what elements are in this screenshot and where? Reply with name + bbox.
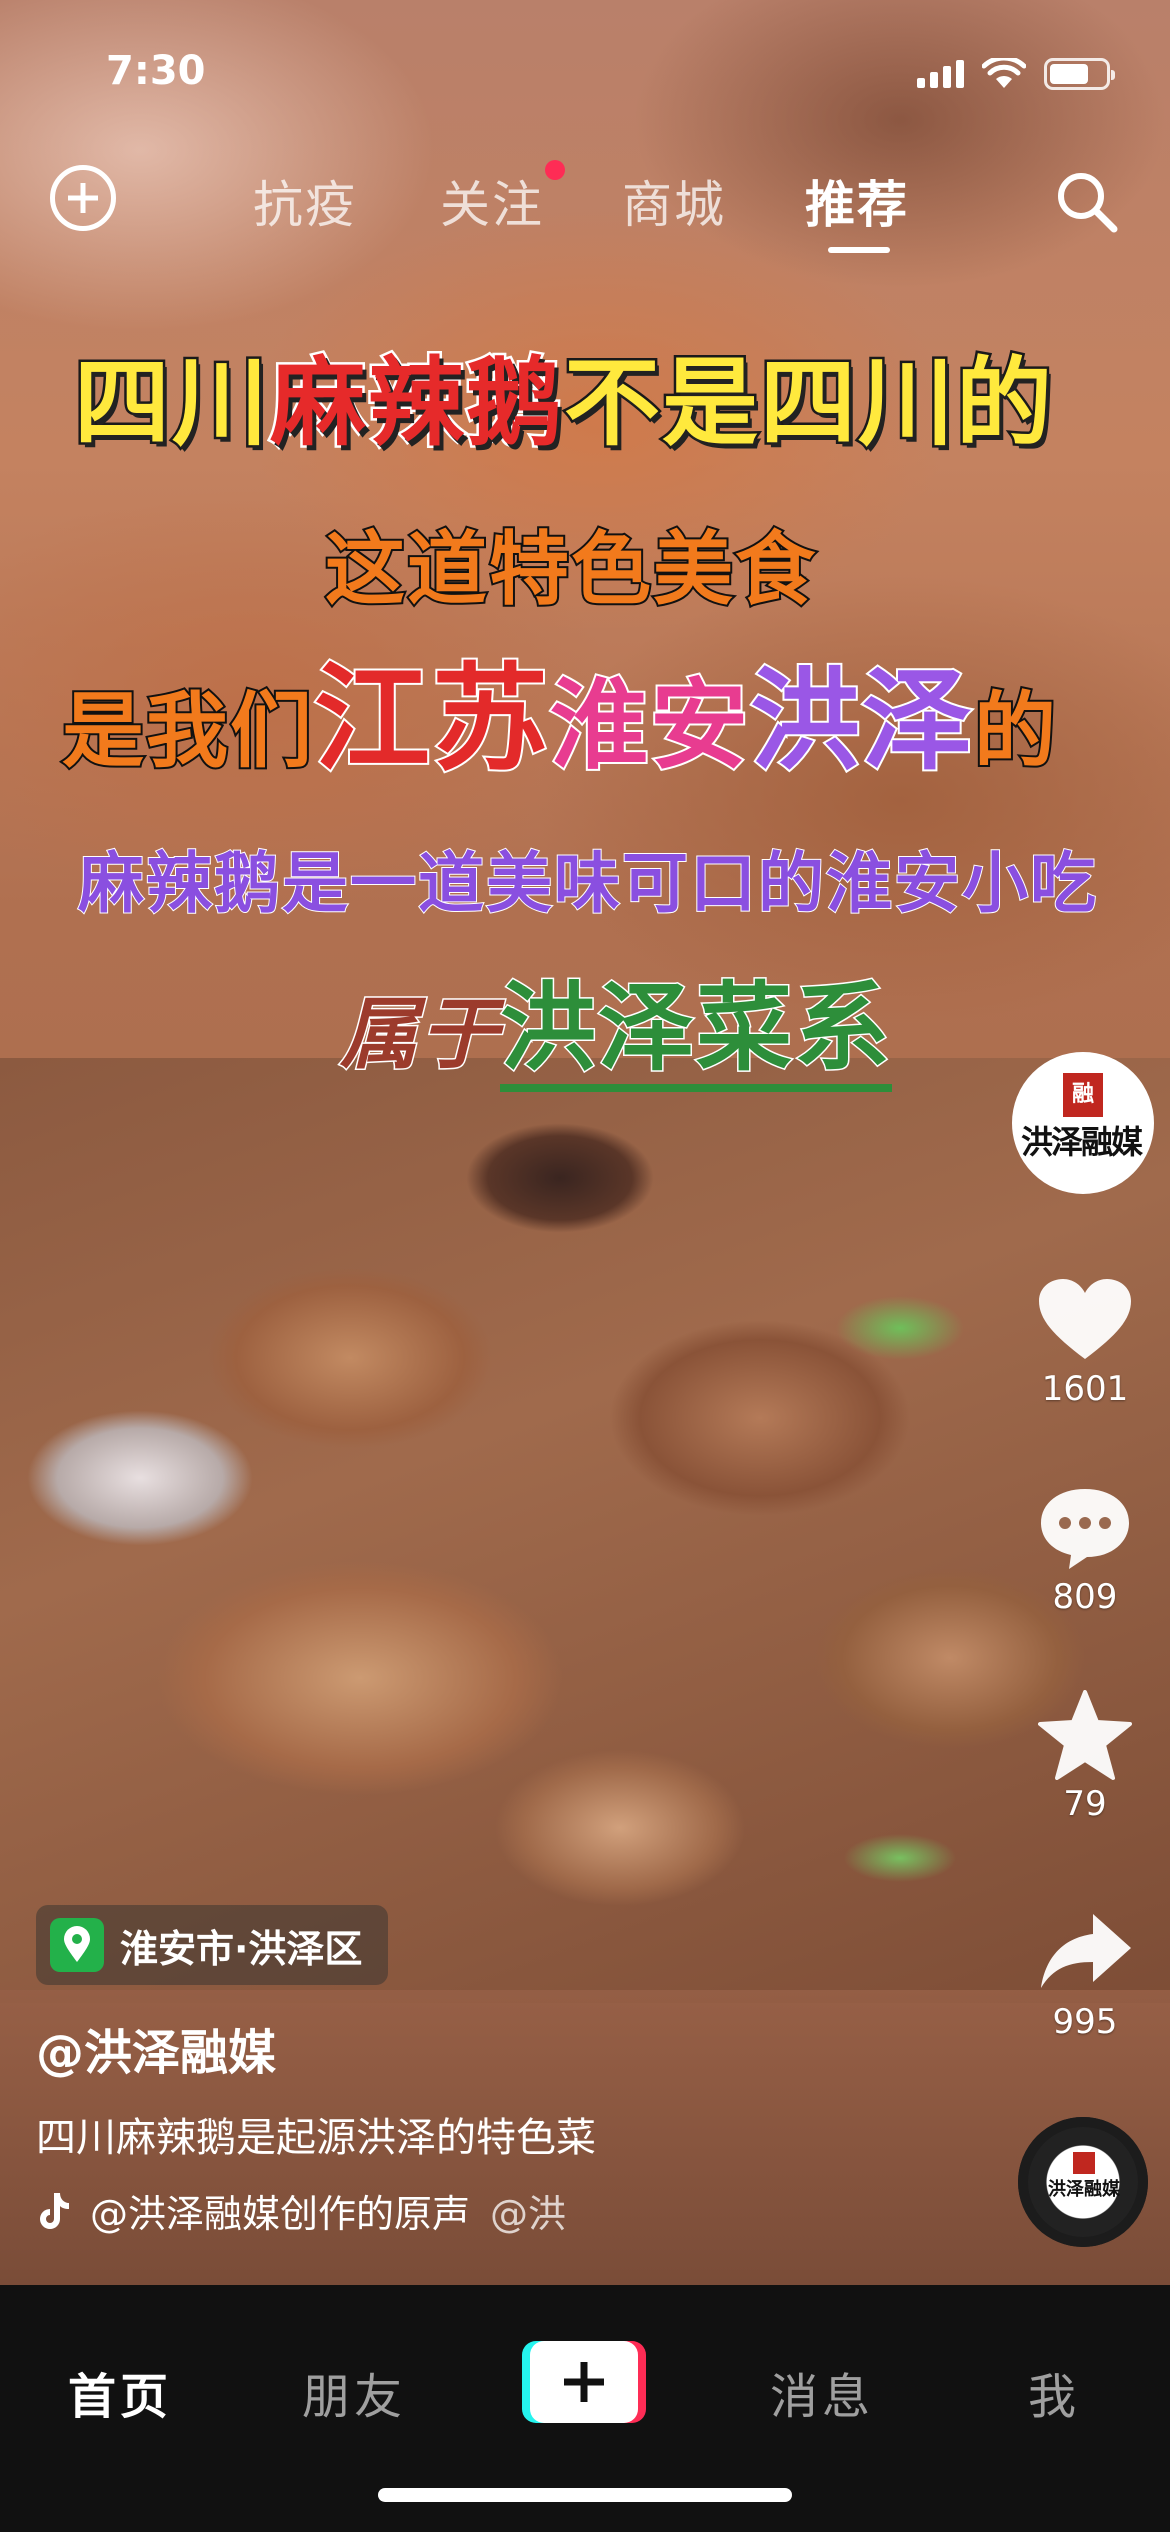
caption-text: 是我们 <box>60 682 315 781</box>
caption-line-3: 是我们江苏淮安洪泽的 <box>60 625 1059 793</box>
tab-recommended[interactable]: 推荐 <box>805 165 909 237</box>
tab-me[interactable]: 我 <box>1028 2357 1080 2427</box>
share-arrow-icon <box>1041 1914 1131 1988</box>
comment-button[interactable]: 809 <box>1020 1483 1150 1617</box>
favorite-count: 79 <box>1063 1784 1107 1824</box>
share-button[interactable]: 995 <box>1020 1908 1150 2042</box>
star-icon <box>1038 1690 1132 1780</box>
caption-text: 四川 <box>72 345 271 462</box>
caption-text: 不是四川的 <box>562 345 1055 462</box>
notification-dot <box>545 160 565 180</box>
caption-highlight-huaian: 淮安 <box>548 667 751 785</box>
share-count: 995 <box>1052 2002 1118 2042</box>
caption-highlight: 麻辣鹅 <box>268 345 565 462</box>
caption-text: 属于 <box>338 989 501 1082</box>
favorite-button[interactable]: 79 <box>1020 1690 1150 1824</box>
tab-messages[interactable]: 消息 <box>770 2357 874 2427</box>
location-tag[interactable]: 淮安市·洪泽区 <box>36 1905 389 1985</box>
disc-seal <box>1073 2152 1095 2174</box>
comment-count: 809 <box>1052 1577 1118 1617</box>
tiktok-music-note-icon <box>40 2192 69 2229</box>
battery-icon <box>1044 58 1115 90</box>
avatar-seal: 融 <box>1063 1073 1103 1117</box>
caption-line-1: 四川麻辣鹅不是四川的 <box>72 325 1055 464</box>
music-title-scroll: @洪 <box>490 2192 567 2236</box>
music-disc[interactable]: 洪泽融媒 <box>1018 2117 1148 2247</box>
tab-anti-epidemic[interactable]: 抗疫 <box>253 165 357 237</box>
caption-highlight-hongze: 洪泽 <box>748 655 975 787</box>
caption-highlight-jiangsu: 江苏 <box>312 650 551 789</box>
post-description[interactable]: 四川麻辣鹅是起源洪泽的特色菜 <box>36 2105 596 2163</box>
tab-home[interactable]: 首页 <box>68 2357 172 2427</box>
add-circle-icon[interactable] <box>50 165 116 231</box>
video-food-image[interactable] <box>0 1058 1170 2003</box>
home-indicator[interactable] <box>378 2488 792 2502</box>
avatar-text: 洪泽融媒 <box>1021 1123 1143 1161</box>
search-icon[interactable] <box>1052 167 1122 237</box>
tab-mall[interactable]: 商城 <box>622 165 726 237</box>
location-text: 淮安市·洪泽区 <box>120 1926 363 1971</box>
plus-icon <box>530 2341 638 2423</box>
caption-highlight: 洪泽菜系 <box>499 971 893 1092</box>
status-icons <box>917 58 1115 90</box>
disc-avatar-text: 洪泽融媒 <box>1048 2179 1120 2200</box>
caption-line-2: 这道特色美食 <box>323 521 817 618</box>
comment-icon <box>1041 1489 1129 1569</box>
author-name[interactable]: @洪泽融媒 <box>36 2013 276 2083</box>
like-button[interactable]: 1601 <box>1020 1275 1150 1409</box>
video-feed-screen: 7:30 抗疫 关注 商城 推荐 四川麻辣鹅不是四川的 这道特色美食 是我们江苏… <box>0 0 1170 2532</box>
create-video-button[interactable] <box>522 2341 646 2423</box>
active-tab-indicator <box>828 247 890 253</box>
top-nav: 抗疫 关注 商城 推荐 <box>0 155 1170 253</box>
wifi-icon <box>982 58 1026 88</box>
music-title: @洪泽融媒创作的原声 <box>90 2192 471 2236</box>
caption-line-4: 麻辣鹅是一道美味可口的淮安小吃 <box>77 844 1098 923</box>
location-pin-icon <box>50 1918 104 1972</box>
author-avatar[interactable]: 融 洪泽融媒 <box>1012 1052 1154 1194</box>
music-info[interactable]: @洪泽融媒创作的原声 @洪 <box>36 2183 636 2238</box>
tab-friends[interactable]: 朋友 <box>302 2357 406 2427</box>
tab-following[interactable]: 关注 <box>440 165 544 237</box>
caption-text: 的 <box>972 682 1059 781</box>
caption-line-5: 属于洪泽菜系 <box>338 950 893 1092</box>
cellular-signal-icon <box>917 60 964 88</box>
status-time: 7:30 <box>106 48 206 94</box>
heart-icon <box>1039 1279 1131 1359</box>
like-count: 1601 <box>1041 1369 1129 1409</box>
